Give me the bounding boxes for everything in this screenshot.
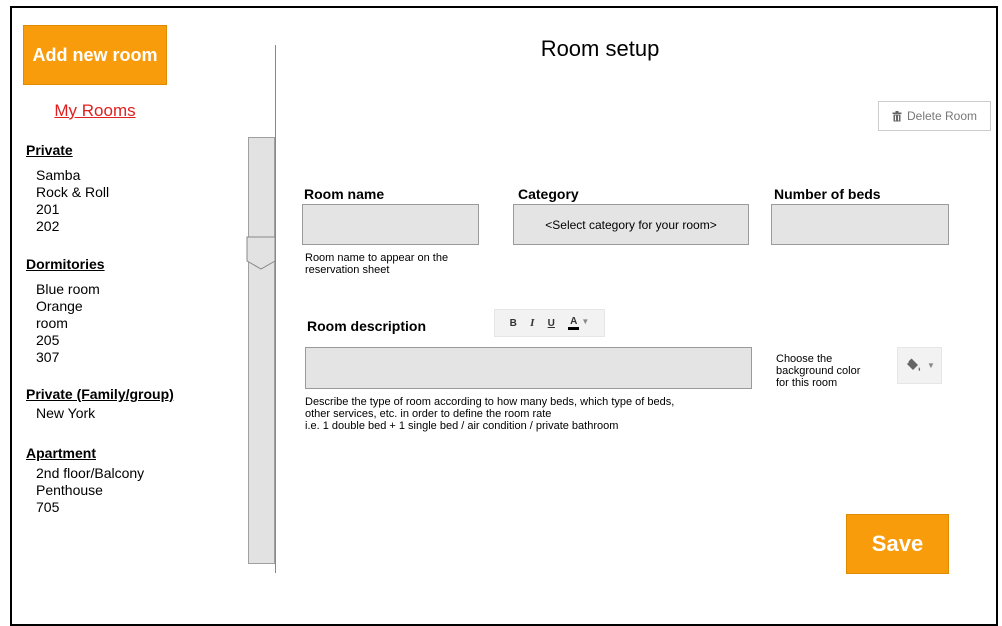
text-color-icon: A [568, 317, 580, 330]
room-name-label: Room name [304, 186, 385, 202]
room-item[interactable]: room [36, 315, 100, 332]
chevron-down-icon: ▼ [581, 317, 590, 326]
room-item[interactable]: 2nd floor/Balcony [36, 465, 144, 482]
room-item[interactable]: Blue room [36, 281, 100, 298]
paint-bucket-icon [907, 357, 921, 371]
room-item[interactable]: Penthouse [36, 482, 144, 499]
italic-button[interactable]: I [530, 317, 534, 329]
room-item[interactable]: 705 [36, 499, 144, 516]
room-name-input[interactable] [302, 204, 479, 245]
room-item[interactable]: 201 [36, 201, 109, 218]
room-list-private-family: New York [36, 405, 95, 422]
category-title-private: Private [26, 142, 73, 158]
my-rooms-link[interactable]: My Rooms [24, 101, 166, 121]
room-item[interactable]: Rock & Roll [36, 184, 109, 201]
trash-icon [892, 110, 902, 121]
delete-room-button[interactable]: Delete Room [878, 101, 991, 131]
room-list-apartment: 2nd floor/Balcony Penthouse 705 [36, 465, 144, 516]
category-title-dormitories: Dormitories [26, 256, 105, 272]
room-item[interactable]: Samba [36, 167, 109, 184]
category-title-apartment: Apartment [26, 445, 97, 461]
room-item[interactable]: 202 [36, 218, 109, 235]
save-button[interactable]: Save [846, 514, 949, 574]
room-item[interactable]: Orange [36, 298, 100, 315]
add-new-room-button[interactable]: Add new room [23, 25, 167, 85]
underline-button[interactable]: U [548, 318, 555, 329]
text-format-toolbar: B I U A ▼ [494, 309, 605, 337]
room-item[interactable]: 205 [36, 332, 100, 349]
number-of-beds-input[interactable] [771, 204, 949, 245]
room-description-input[interactable] [305, 347, 752, 389]
background-color-help: Choose the background color for this roo… [776, 353, 861, 389]
category-label: Category [518, 186, 579, 202]
scrollbar-thumb[interactable] [246, 236, 276, 270]
sidebar-divider [275, 45, 276, 573]
page-title: Room setup [540, 36, 660, 61]
background-color-picker[interactable]: ▼ [897, 347, 942, 384]
category-title-private-family: Private (Family/group) [26, 386, 174, 402]
chevron-down-icon: ▼ [927, 361, 935, 370]
room-description-help: Describe the type of room according to h… [305, 396, 675, 432]
sidebar-scrollbar[interactable] [248, 137, 275, 564]
room-item[interactable]: 307 [36, 349, 100, 366]
category-select[interactable]: <Select category for your room> [513, 204, 749, 245]
delete-room-label: Delete Room [906, 109, 978, 123]
room-list-private: Samba Rock & Roll 201 202 [36, 167, 109, 235]
bold-button[interactable]: B [510, 318, 517, 329]
room-name-help: Room name to appear on the reservation s… [305, 252, 449, 276]
room-list-dormitories: Blue room Orange room 205 307 [36, 281, 100, 366]
text-color-button[interactable]: A ▼ [568, 316, 589, 330]
room-description-label: Room description [307, 318, 427, 334]
room-item[interactable]: New York [36, 405, 95, 422]
number-of-beds-label: Number of beds [774, 186, 881, 202]
